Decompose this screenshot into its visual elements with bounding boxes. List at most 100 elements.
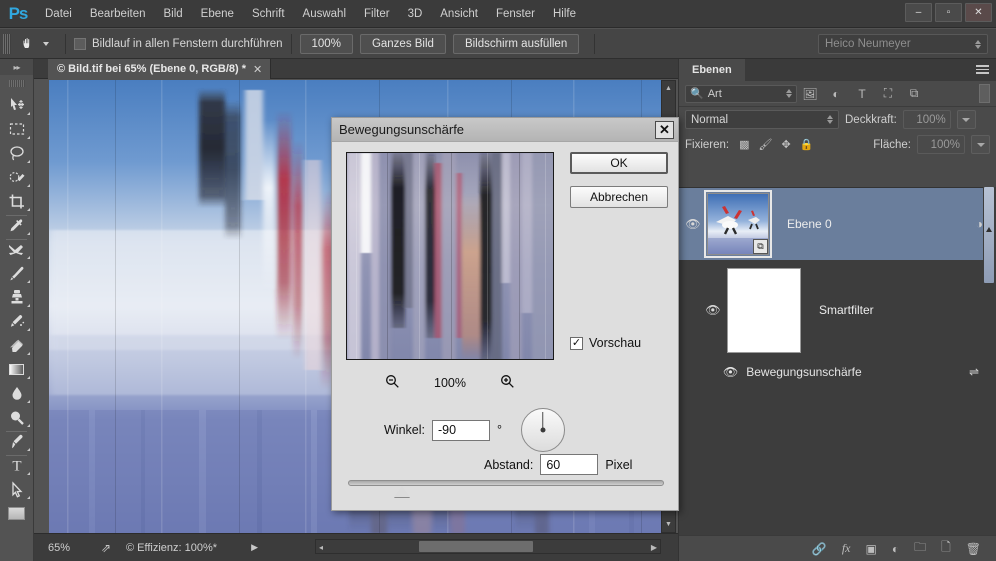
share-icon[interactable]: ⇗ — [92, 541, 120, 555]
scroll-all-windows-checkbox[interactable] — [74, 37, 86, 50]
menu-datei[interactable]: Datei — [36, 4, 81, 24]
menu-3d[interactable]: 3D — [399, 4, 432, 24]
fill-screen-button[interactable]: Bildschirm ausfüllen — [452, 33, 580, 54]
smart-filter-mask-thumbnail[interactable] — [727, 267, 801, 353]
menu-ebene[interactable]: Ebene — [192, 4, 243, 24]
menu-bearbeiten[interactable]: Bearbeiten — [81, 4, 155, 24]
pen-tool[interactable] — [0, 429, 33, 456]
smart-filter-toggle-icon[interactable]: ◑ — [976, 217, 983, 231]
angle-dial[interactable] — [520, 408, 565, 452]
eyedropper-tool[interactable] — [0, 213, 33, 240]
move-tool[interactable] — [0, 93, 33, 117]
type-tool[interactable]: T — [0, 453, 33, 477]
lasso-tool[interactable] — [0, 141, 33, 165]
zoom-100-button[interactable]: 100% — [299, 33, 353, 54]
canvas-horizontal-scrollbar[interactable]: ◂ ▶ — [315, 539, 661, 554]
status-zoom-level[interactable]: 65% — [48, 542, 92, 554]
preview-checkbox-row[interactable]: ✓ Vorschau — [570, 336, 641, 350]
eraser-tool[interactable] — [0, 333, 33, 357]
menu-schrift[interactable]: Schrift — [243, 4, 294, 24]
tab-ebenen[interactable]: Ebenen — [679, 59, 745, 81]
fill-value[interactable]: 100% — [917, 135, 965, 154]
menu-bild[interactable]: Bild — [154, 4, 191, 24]
distance-slider-thumb[interactable] — [394, 486, 410, 497]
options-bar-grip[interactable] — [3, 33, 11, 54]
document-tab[interactable]: © Bild.tif bei 65% (Ebene 0, RGB/8) * ✕ — [48, 59, 272, 79]
blend-mode-selector[interactable]: Normal — [685, 110, 839, 129]
delete-icon[interactable]: 🗑 — [966, 542, 981, 556]
layer-list-scrollbar[interactable] — [983, 187, 996, 561]
ok-button[interactable]: OK — [570, 152, 668, 174]
shape-filter-icon[interactable]: ⛶ — [875, 86, 901, 101]
fit-screen-button[interactable]: Ganzes Bild — [359, 33, 446, 54]
tool-preset-chevron-down-icon[interactable] — [43, 41, 49, 46]
distance-input[interactable]: 60 — [540, 454, 599, 475]
healing-brush-tool[interactable] — [0, 237, 33, 261]
menu-ansicht[interactable]: Ansicht — [431, 4, 487, 24]
group-icon[interactable]: 🗀 — [914, 538, 926, 559]
maximize-button[interactable]: ▫ — [935, 3, 962, 22]
dialog-title-bar[interactable]: Bewegungsunschärfe ✕ — [332, 118, 678, 142]
link-icon[interactable]: 🔗 — [812, 542, 827, 556]
canvas-scroll-down-icon[interactable]: ▼ — [662, 518, 675, 531]
opacity-chevron-down-icon[interactable] — [956, 110, 976, 129]
toolbar-grip[interactable] — [0, 77, 33, 89]
smartobject-filter-icon[interactable]: ⧉ — [901, 86, 927, 101]
hscroll-left-arrow-icon[interactable]: ◂ — [319, 543, 323, 552]
dialog-preview-image[interactable] — [346, 152, 554, 360]
foreground-color-swatch[interactable] — [8, 507, 25, 520]
mask-icon[interactable]: ▣ — [866, 542, 877, 556]
opacity-value[interactable]: 100% — [902, 110, 951, 129]
marquee-tool[interactable] — [0, 117, 33, 141]
layer-thumbnail[interactable]: ⧉ — [704, 190, 772, 258]
layer-visibility-eye-icon[interactable]: 👁 — [679, 217, 707, 231]
layer-kind-selector[interactable]: 🔍 Art — [685, 84, 797, 103]
path-selection-tool[interactable] — [0, 477, 33, 501]
lock-transparency-icon[interactable]: ▩ — [739, 138, 749, 151]
color-swatches[interactable] — [0, 507, 33, 520]
filter-visibility-eye-icon[interactable]: 👁 — [723, 365, 738, 379]
gradient-tool[interactable] — [0, 357, 33, 381]
clone-stamp-tool[interactable] — [0, 285, 33, 309]
minimize-button[interactable]: – — [905, 3, 932, 22]
type-filter-icon[interactable]: T — [849, 87, 875, 101]
hscroll-thumb[interactable] — [419, 541, 533, 552]
status-expand-arrow-icon[interactable]: ▶ — [251, 542, 258, 553]
zoom-out-icon[interactable] — [385, 374, 400, 392]
layer-scroll-thumb[interactable] — [984, 187, 994, 283]
hscroll-right-arrow-icon[interactable]: ▶ — [651, 543, 657, 552]
lock-position-icon[interactable]: ✥ — [781, 138, 790, 151]
pixel-filter-icon[interactable]: 🖼 — [797, 87, 823, 101]
menu-auswahl[interactable]: Auswahl — [294, 4, 355, 24]
hand-tool-icon[interactable] — [15, 32, 41, 56]
dodge-tool[interactable] — [0, 405, 33, 432]
toolbar-collapse-button[interactable]: ▸▸ — [0, 59, 33, 75]
workspace-selector[interactable]: Heico Neumeyer — [818, 34, 988, 54]
smart-filter-visibility-eye-icon[interactable]: 👁 — [699, 303, 727, 317]
adjustment-filter-icon[interactable]: ◐ — [823, 87, 849, 101]
cancel-button[interactable]: Abbrechen — [570, 186, 668, 208]
smart-filter-row[interactable]: 👁 Bewegungsunschärfe ⇌ — [679, 360, 996, 384]
filter-enable-toggle[interactable] — [979, 84, 990, 103]
menu-hilfe[interactable]: Hilfe — [544, 4, 585, 24]
new-layer-icon[interactable]: 🗋 — [941, 538, 951, 559]
lock-image-icon[interactable]: 🖌 — [759, 138, 773, 151]
fill-chevron-down-icon[interactable] — [971, 135, 990, 154]
preview-checkbox[interactable]: ✓ — [570, 336, 583, 350]
crop-tool[interactable] — [0, 189, 33, 216]
layer-list[interactable]: 👁 ⧉ Ebene 0 ◑ 👁 Smartfilter 👁 Bewegungsu… — [679, 187, 996, 561]
close-button[interactable]: ✕ — [965, 3, 992, 22]
canvas-scroll-up-icon[interactable]: ▲ — [662, 82, 675, 95]
history-brush-tool[interactable] — [0, 309, 33, 333]
blur-tool[interactable] — [0, 381, 33, 405]
brush-tool[interactable] — [0, 261, 33, 285]
angle-input[interactable]: -90 — [431, 419, 490, 441]
quick-selection-tool[interactable] — [0, 165, 33, 189]
smart-filter-group-row[interactable]: 👁 Smartfilter — [679, 260, 996, 360]
menu-fenster[interactable]: Fenster — [487, 4, 544, 24]
table-row[interactable]: 👁 ⧉ Ebene 0 ◑ — [679, 188, 996, 260]
adjustment-icon[interactable]: ◐ — [892, 542, 899, 556]
fx-icon[interactable]: fx — [842, 541, 851, 556]
panel-menu-icon[interactable] — [976, 65, 989, 74]
dialog-close-icon[interactable]: ✕ — [655, 120, 674, 139]
